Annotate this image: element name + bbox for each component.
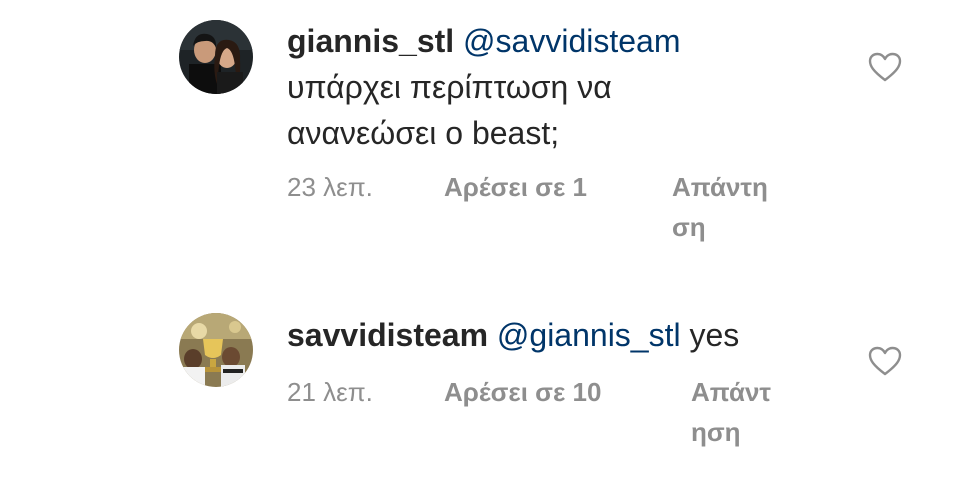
reply-button[interactable]: Απάντη ση — [672, 167, 792, 247]
comment-meta: 21 λεπ. Αρέσει σε 10 Απάντ ηση — [287, 372, 847, 452]
comment-item: giannis_stl @savvidisteam υπάρχει περίπτ… — [0, 0, 960, 260]
reply-label: Απάντη — [672, 172, 768, 202]
trophy-photo-avatar-icon — [179, 313, 253, 387]
reply-label: Απάντ — [691, 377, 772, 407]
couple-photo-avatar-icon — [179, 20, 253, 94]
comment-mention[interactable]: @savvidisteam — [463, 23, 680, 59]
likes-count-button[interactable]: Αρέσει σε 10 — [444, 372, 601, 412]
reply-button[interactable]: Απάντ ηση — [691, 372, 801, 452]
heart-outline-icon[interactable] — [868, 52, 902, 82]
comment-timestamp: 23 λεπ. — [287, 172, 373, 202]
comment-mention[interactable]: @giannis_stl — [497, 317, 681, 353]
likes-count-button[interactable]: Αρέσει σε 1 — [444, 167, 587, 207]
heart-outline-icon[interactable] — [868, 346, 902, 376]
comment-text: savvidisteam @giannis_stl yes — [287, 312, 847, 358]
reply-label: ση — [672, 212, 706, 242]
avatar[interactable] — [179, 313, 253, 387]
avatar[interactable] — [179, 20, 253, 94]
comment-item: savvidisteam @giannis_stl yes 21 λεπ. Αρ… — [0, 300, 960, 490]
comment-body-line: υπάρχει περίπτωση να — [287, 69, 612, 105]
comment-text: giannis_stl @savvidisteam υπάρχει περίπτ… — [287, 18, 847, 156]
reply-label: ηση — [691, 417, 741, 447]
comment-username[interactable]: savvidisteam — [287, 317, 488, 353]
comment-meta: 23 λεπ. Αρέσει σε 1 Απάντη ση — [287, 167, 847, 247]
comment-username[interactable]: giannis_stl — [287, 23, 454, 59]
comment-body-line: ανανεώσει ο beast; — [287, 115, 560, 151]
comment-timestamp: 21 λεπ. — [287, 377, 373, 407]
comment-body: yes — [689, 317, 740, 353]
